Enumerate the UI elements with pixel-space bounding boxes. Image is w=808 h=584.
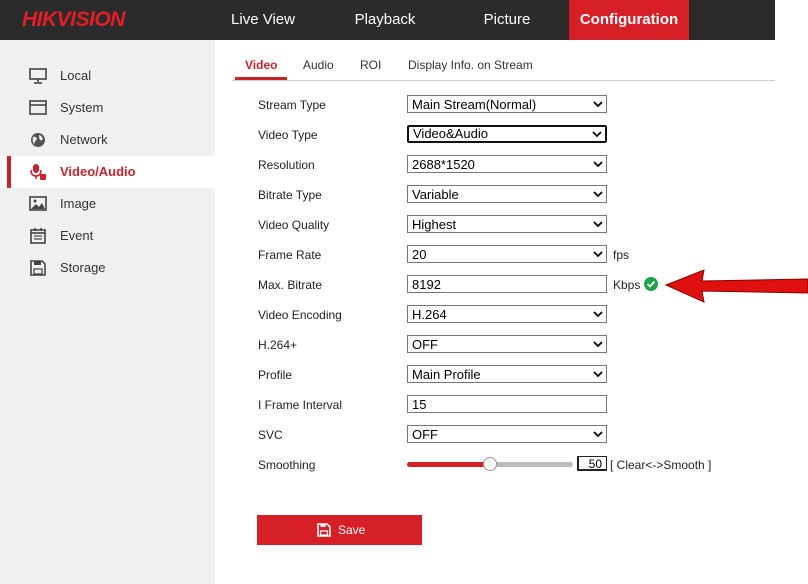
sidebar-item-label: Network [60,132,108,147]
video-encoding-label: Video Encoding [258,308,342,322]
svc-value: OFF [412,427,438,442]
floppy-disk-icon [30,260,46,276]
video-quality-label: Video Quality [258,218,330,232]
tab-roi[interactable]: ROI [360,58,381,72]
nav-configuration[interactable]: Configuration [569,0,689,40]
h264plus-label: H.264+ [258,338,298,352]
frame-rate-unit: fps [613,248,630,262]
frame-rate-value: 20 [412,247,427,262]
video-encoding-select[interactable]: H.264 [407,305,607,323]
sidebar-item-image[interactable]: Image [0,188,215,220]
profile-select[interactable]: Main Profile [407,365,607,383]
sidebar-item-label: Video/Audio [60,164,136,179]
chevron-down-icon [593,191,603,198]
bitrate-type-value: Variable [412,187,459,202]
smoothing-label: Smoothing [258,458,316,472]
frame-rate-label: Frame Rate [258,248,322,262]
sidebar-item-local[interactable]: Local [0,60,215,92]
top-navigation-bar: HIKVISION Live View Playback Picture Con… [0,0,775,40]
i-frame-interval-input[interactable]: 15 [407,395,607,413]
save-button[interactable]: Save [257,515,422,545]
chevron-down-icon [593,311,603,318]
bitrate-type-select[interactable]: Variable [407,185,607,203]
tab-display-info-on-stream[interactable]: Display Info. on Stream [408,58,533,72]
sidebar-item-label: Storage [60,260,106,275]
stream-type-value: Main Stream(Normal) [412,97,537,112]
profile-value: Main Profile [412,367,481,382]
sidebar: Local System Network Video/Audio Image E… [0,40,215,584]
sidebar-item-label: Image [60,196,97,211]
smoothing-slider-thumb[interactable] [483,457,497,471]
video-type-value: Video&Audio [413,126,488,141]
brand-logo: HIKVISION [22,8,125,31]
chevron-down-icon [593,251,603,258]
system-window-icon [29,100,47,115]
frame-rate-select[interactable]: 20 [407,245,607,263]
video-quality-select[interactable]: Highest [407,215,607,233]
i-frame-interval-label: I Frame Interval [258,398,343,412]
sidebar-item-video-audio[interactable]: Video/Audio [0,156,215,188]
smoothing-hint: [ Clear<->Smooth ] [610,458,712,472]
resolution-label: Resolution [258,158,315,172]
chevron-down-icon [593,221,603,228]
max-bitrate-unit: Kbps [613,278,641,292]
save-button-label: Save [338,523,366,537]
sidebar-item-system[interactable]: System [0,92,215,124]
svc-label: SVC [258,428,283,442]
monitor-icon [29,68,47,84]
nav-picture[interactable]: Picture [452,0,562,40]
chevron-down-icon [593,101,603,108]
chevron-down-icon [593,341,603,348]
sidebar-item-label: Local [60,68,92,83]
resolution-value: 2688*1520 [412,157,475,172]
chevron-down-icon [592,131,602,138]
tab-video[interactable]: Video [245,58,277,72]
smoothing-slider-fill [407,462,490,467]
chevron-down-icon [593,371,603,378]
profile-label: Profile [258,368,293,382]
resolution-select[interactable]: 2688*1520 [407,155,607,173]
red-arrow-annotation-icon [664,269,808,303]
nav-playback[interactable]: Playback [330,0,440,40]
active-tab-indicator [235,77,287,80]
video-type-select[interactable]: Video&Audio [407,125,607,143]
microphone-camera-icon [30,164,46,180]
sidebar-item-network[interactable]: Network [0,124,215,156]
video-encoding-value: H.264 [412,307,447,322]
h264plus-value: OFF [412,337,438,352]
tab-bar: Video Audio ROI Display Info. on Stream [232,52,775,81]
tab-audio[interactable]: Audio [303,58,334,72]
bitrate-type-label: Bitrate Type [258,188,322,202]
nav-live-view[interactable]: Live View [208,0,318,40]
video-quality-value: Highest [412,217,457,232]
sidebar-item-label: Event [60,228,94,243]
svc-select[interactable]: OFF [407,425,607,443]
max-bitrate-label: Max. Bitrate [258,278,323,292]
calendar-icon [30,228,46,244]
stream-type-select[interactable]: Main Stream(Normal) [407,95,607,113]
h264plus-select[interactable]: OFF [407,335,607,353]
smoothing-value-input[interactable]: 50 [577,456,607,471]
globe-icon [31,133,45,147]
stream-type-label: Stream Type [258,98,326,112]
sidebar-item-storage[interactable]: Storage [0,252,215,284]
smoothing-slider-track[interactable] [407,457,573,471]
chevron-down-icon [593,431,603,438]
max-bitrate-input[interactable]: 8192 [407,275,607,293]
floppy-disk-icon [317,523,331,537]
valid-check-icon [644,277,658,291]
video-type-label: Video Type [258,128,318,142]
sidebar-item-event[interactable]: Event [0,220,215,252]
chevron-down-icon [593,161,603,168]
picture-icon [29,196,47,211]
sidebar-item-label: System [60,100,104,115]
